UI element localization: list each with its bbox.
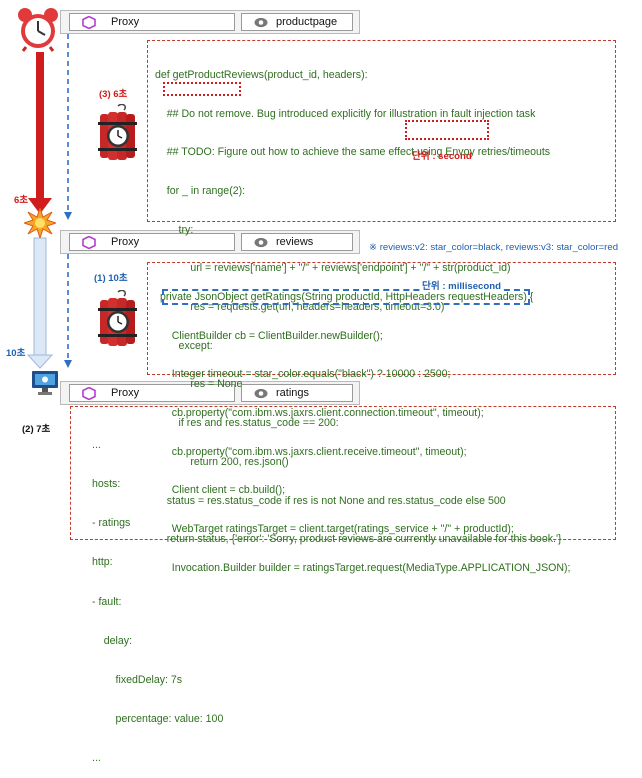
- step2-label: (2) 7초: [22, 424, 51, 435]
- monitor-icon: [32, 371, 58, 395]
- code-line: ## TODO: Figure out how to achieve the s…: [155, 146, 551, 159]
- timeline-top-label: 6초: [14, 195, 29, 206]
- timeout-arrow-blue: [33, 237, 47, 357]
- proxy-label: Proxy: [111, 236, 140, 248]
- hexagon-icon: [82, 387, 96, 400]
- explosion-icon: [24, 208, 56, 238]
- time-bomb-icon: [98, 104, 137, 160]
- config-line: fixedDelay: 7s: [92, 673, 183, 686]
- step1-label: (1) 10초: [94, 273, 128, 284]
- config-line: delay:: [92, 634, 133, 647]
- unit-second-label: 단위 : second: [412, 151, 472, 162]
- code-line: for _ in range(2):: [155, 184, 246, 197]
- code-line: ## Do not remove. Bug introduced explici…: [155, 107, 536, 120]
- hexagon-icon: [82, 16, 96, 29]
- proxy-label: Proxy: [111, 16, 140, 28]
- service-name-label: productpage: [276, 16, 338, 28]
- productpage-service-bar: Proxy productpage: [60, 10, 360, 34]
- productpage-proxy-cell: Proxy: [69, 13, 235, 31]
- alarm-clock-icon: [18, 8, 58, 52]
- eye-icon: [254, 17, 268, 28]
- timeout-highlight: [405, 120, 489, 140]
- code-line: def getProductReviews(product_id, header…: [155, 68, 368, 81]
- hexagon-icon: [82, 236, 96, 249]
- config-line: hosts:: [92, 478, 121, 491]
- unit-millisecond-label: 단위 : millisecond: [420, 278, 503, 292]
- step3-label: (3) 6초: [99, 89, 128, 100]
- retry-loop-highlight: [163, 82, 241, 96]
- config-line: ...: [92, 751, 101, 764]
- config-line: - ratings: [92, 517, 131, 530]
- config-line: http:: [92, 556, 113, 569]
- config-line: - fault:: [92, 595, 122, 608]
- config-line: percentage: value: 100: [92, 712, 224, 725]
- fault-config-code: ... hosts: - ratings http: - fault: dela…: [92, 413, 223, 778]
- timeline-bottom-label: 10초: [6, 348, 26, 359]
- config-line: ...: [92, 439, 101, 452]
- code-line: Integer timeout = star_color.equals("bla…: [160, 368, 451, 381]
- time-bomb-icon: [98, 290, 137, 346]
- proxy-label: Proxy: [111, 387, 140, 399]
- productpage-name-cell: productpage: [241, 13, 353, 31]
- timeout-arrow-red: [36, 52, 44, 202]
- code-line: ClientBuilder cb = ClientBuilder.newBuil…: [160, 329, 383, 342]
- code-line: try:: [155, 223, 194, 236]
